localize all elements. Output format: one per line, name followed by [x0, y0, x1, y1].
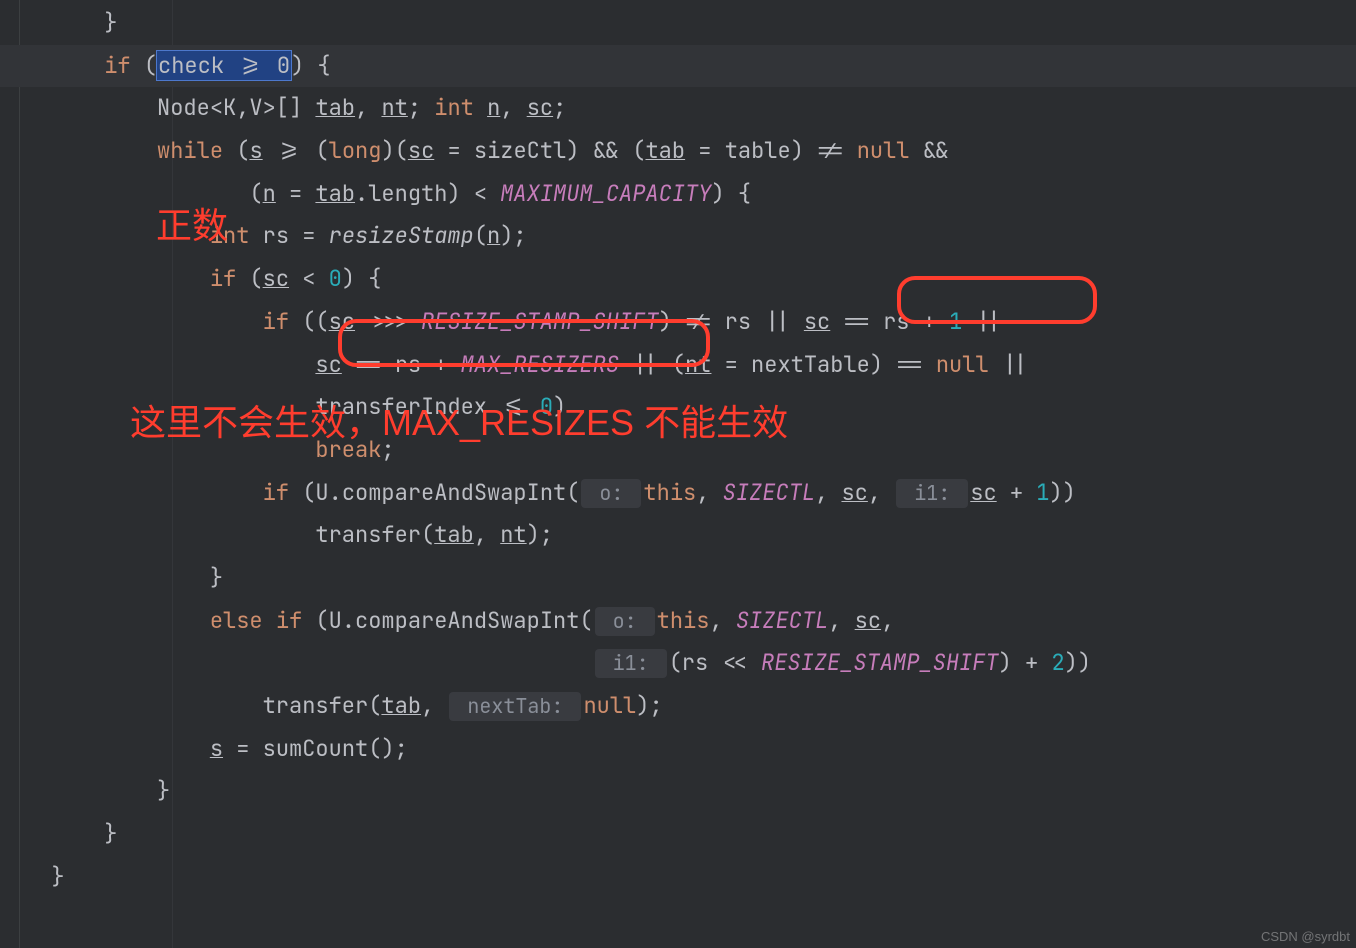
line-text: }	[0, 770, 170, 813]
line-text: }	[0, 856, 65, 899]
code-line[interactable]: transfer(tab, nextTab: null);	[0, 685, 1356, 728]
code-line[interactable]: if ((sc >>> RESIZE_STAMP_SHIFT) != rs ||…	[0, 301, 1356, 344]
line-text: s = sumCount();	[0, 728, 408, 771]
line-text: (n = tab.length) < MAXIMUM_CAPACITY) {	[0, 173, 751, 216]
inline-hint: o:	[595, 607, 655, 636]
line-text: break;	[0, 429, 395, 472]
line-text: }	[0, 813, 117, 856]
line-text: transfer(tab, nextTab: null);	[0, 685, 663, 728]
line-text: transfer(tab, nt);	[0, 514, 553, 557]
inline-hint: i1:	[896, 479, 968, 508]
code-line[interactable]: }	[0, 856, 1356, 899]
line-text: transferIndex <= 0)	[0, 386, 566, 429]
code-line[interactable]: int rs = resizeStamp(n);	[0, 215, 1356, 258]
code-line[interactable]: break;	[0, 429, 1356, 472]
line-text: if ((sc >>> RESIZE_STAMP_SHIFT) != rs ||…	[0, 301, 1002, 344]
line-text: while (s >= (long)(sc = sizeCtl) && (tab…	[0, 130, 949, 173]
code-line[interactable]: Node<K,V>[] tab, nt; int n, sc;	[0, 87, 1356, 130]
line-text: i1: (rs << RESIZE_STAMP_SHIFT) + 2))	[0, 642, 1091, 685]
code-line[interactable]: }	[0, 557, 1356, 600]
code-line[interactable]: }	[0, 813, 1356, 856]
code-line[interactable]: }	[0, 2, 1356, 45]
line-text: int rs = resizeStamp(n);	[0, 215, 527, 258]
line-text: Node<K,V>[] tab, nt; int n, sc;	[0, 87, 566, 130]
code-line[interactable]: if (U.compareAndSwapInt( o: this, SIZECT…	[0, 472, 1356, 515]
code-line[interactable]: sc == rs + MAX_RESIZERS || (nt = nextTab…	[0, 344, 1356, 387]
line-text: }	[0, 557, 223, 600]
code-line[interactable]: if (sc < 0) {	[0, 258, 1356, 301]
inline-hint: nextTab:	[449, 692, 581, 721]
line-text: sc == rs + MAX_RESIZERS || (nt = nextTab…	[0, 344, 1028, 387]
code-line[interactable]: (n = tab.length) < MAXIMUM_CAPACITY) {	[0, 173, 1356, 216]
code-line[interactable]: if (check >= 0) {	[0, 45, 1356, 88]
watermark: CSDN @syrdbt	[1261, 929, 1350, 944]
line-text: if (check >= 0) {	[0, 45, 331, 88]
line-text: if (sc < 0) {	[0, 258, 381, 301]
code-line[interactable]: else if (U.compareAndSwapInt( o: this, S…	[0, 600, 1356, 643]
inline-hint: i1:	[595, 649, 667, 678]
inline-hint: o:	[581, 479, 641, 508]
code-line[interactable]: transferIndex <= 0)	[0, 386, 1356, 429]
code-editor[interactable]: } if (check >= 0) { Node<K,V>[] tab, nt;…	[0, 0, 1356, 948]
selection: check >= 0	[157, 51, 291, 80]
code-line[interactable]: transfer(tab, nt);	[0, 514, 1356, 557]
line-text: }	[0, 2, 117, 45]
code-line[interactable]: i1: (rs << RESIZE_STAMP_SHIFT) + 2))	[0, 642, 1356, 685]
code-line[interactable]: while (s >= (long)(sc = sizeCtl) && (tab…	[0, 130, 1356, 173]
line-text: else if (U.compareAndSwapInt( o: this, S…	[0, 600, 894, 643]
code-line[interactable]: }	[0, 770, 1356, 813]
line-text: if (U.compareAndSwapInt( o: this, SIZECT…	[0, 472, 1076, 515]
code-line[interactable]: s = sumCount();	[0, 728, 1356, 771]
